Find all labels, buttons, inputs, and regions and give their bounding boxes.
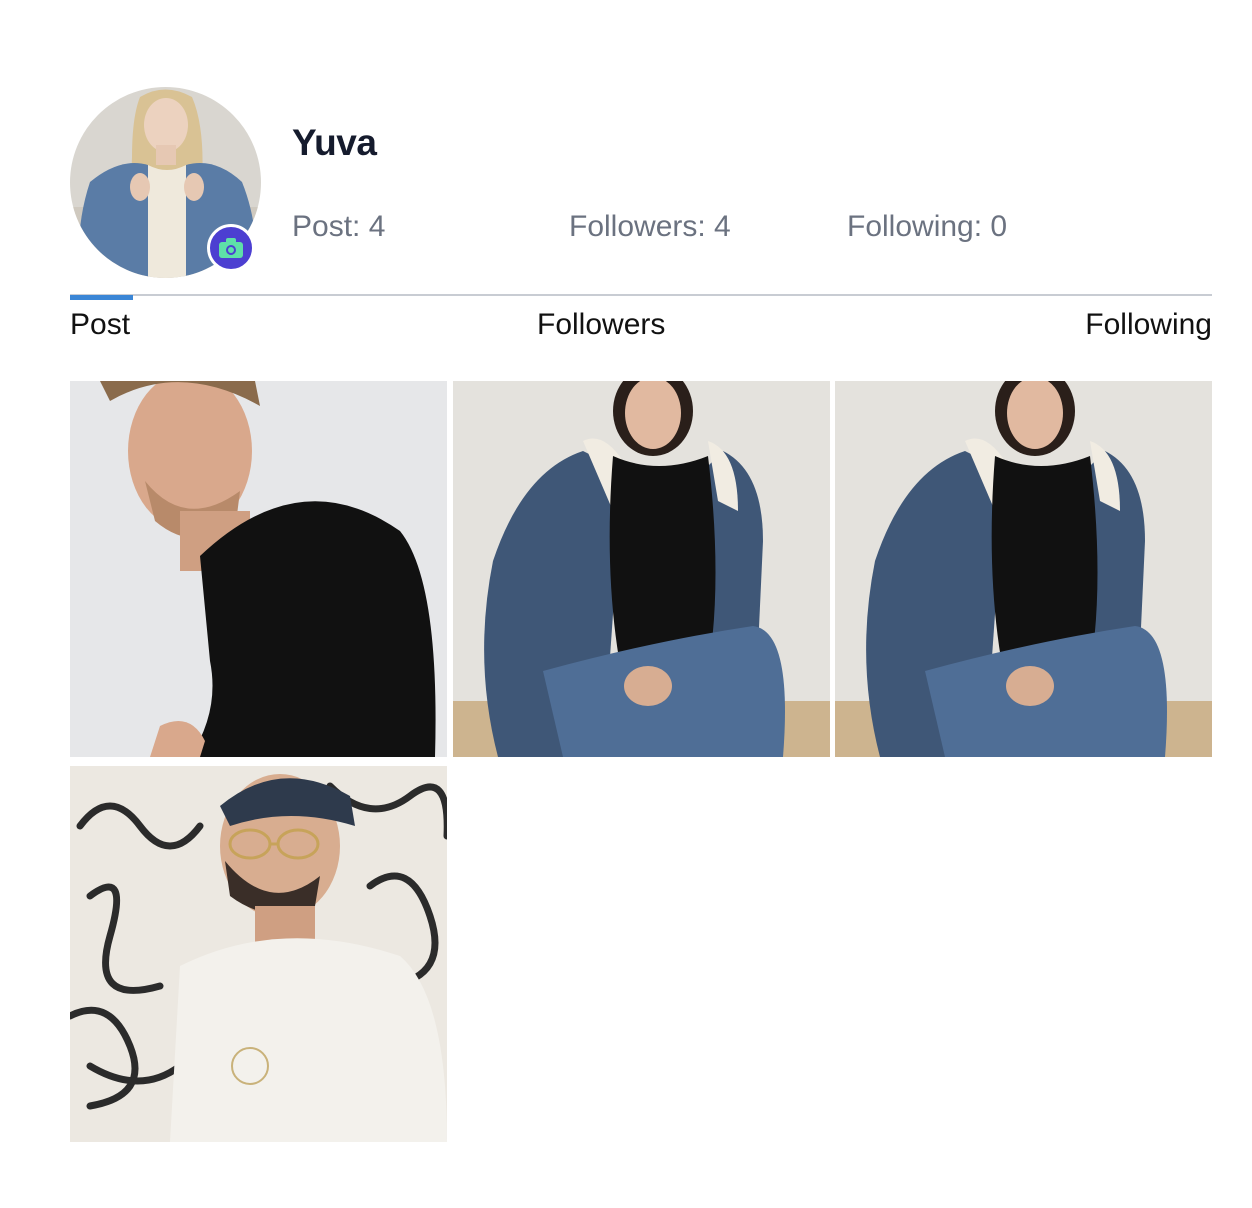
stat-following: Following: 0 [847, 210, 1008, 243]
post-photo [453, 381, 830, 757]
post-thumbnail[interactable] [70, 381, 447, 757]
post-photo [835, 381, 1212, 757]
stat-posts: Post: 4 [292, 210, 386, 243]
profile-username: Yuva [292, 122, 377, 163]
stat-followers: Followers: 4 [569, 210, 731, 243]
tab-following[interactable]: Following [1085, 308, 1212, 342]
active-tab-indicator [70, 295, 133, 300]
change-photo-button[interactable] [207, 224, 255, 272]
post-thumbnail[interactable] [70, 766, 447, 1142]
camera-icon [219, 238, 243, 258]
tab-divider [70, 294, 1212, 296]
post-photo [70, 381, 447, 757]
post-thumbnail[interactable] [453, 381, 830, 757]
tab-post[interactable]: Post [70, 308, 130, 342]
tab-followers[interactable]: Followers [537, 308, 665, 342]
post-photo [70, 766, 447, 1142]
post-thumbnail[interactable] [835, 381, 1212, 757]
